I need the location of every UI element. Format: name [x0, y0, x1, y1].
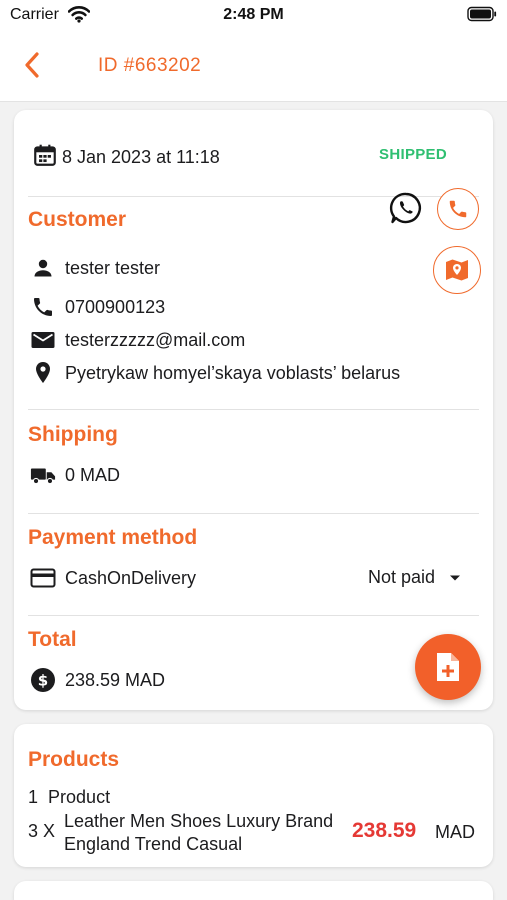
- page-title: ID #663202: [98, 55, 202, 76]
- order-date-row: 8 Jan 2023 at 11:18: [32, 142, 220, 173]
- product-count: 1 Product: [28, 787, 110, 808]
- total-row: $ 238.59 MAD: [30, 667, 165, 693]
- total-amount: 238.59 MAD: [65, 669, 166, 690]
- total-section-title: Total: [28, 628, 77, 651]
- clock: 2:48 PM: [223, 6, 284, 23]
- phone-icon: [449, 200, 467, 218]
- dollar-circle-icon: $: [30, 667, 56, 693]
- payment-status-value: Not paid: [368, 567, 436, 587]
- status-badge: SHIPPED: [379, 146, 447, 163]
- customer-phone-row: 0700900123: [30, 294, 165, 320]
- map-pin-icon: [446, 259, 468, 281]
- customer-name-row: tester tester: [30, 255, 160, 281]
- product-currency: MAD: [435, 822, 475, 842]
- truck-icon: [30, 462, 56, 488]
- navigation-bar: ID #663202: [0, 30, 507, 102]
- call-button[interactable]: [437, 188, 479, 230]
- customer-name: tester tester: [65, 257, 161, 278]
- shipping-row: 0 MAD: [30, 462, 120, 488]
- note-add-icon: [437, 653, 459, 681]
- divider: [28, 409, 479, 410]
- customer-email: testerzzzzz@mail.com: [65, 329, 246, 350]
- divider: [28, 513, 479, 514]
- order-details-card: 8 Jan 2023 at 11:18 SHIPPED Customer tes…: [14, 110, 493, 710]
- shipping-section-title: Shipping: [28, 423, 118, 446]
- divider: [28, 615, 479, 616]
- next-card: [14, 881, 493, 900]
- order-date: 8 Jan 2023 at 11:18: [62, 147, 220, 167]
- product-count-label: Product: [48, 787, 111, 807]
- back-button[interactable]: [18, 50, 46, 80]
- customer-address-row: Pyetrykaw homyel’skaya voblasts’ belarus: [30, 360, 400, 386]
- payment-status-dropdown[interactable]: Not paid: [368, 567, 461, 588]
- location-pin-icon: [30, 360, 56, 386]
- whatsapp-button[interactable]: [388, 190, 424, 226]
- customer-section-title: Customer: [28, 208, 127, 231]
- chevron-left-icon: [25, 52, 39, 78]
- credit-card-icon: [30, 565, 56, 591]
- customer-email-row: testerzzzzz@mail.com: [30, 327, 245, 353]
- svg-text:$: $: [38, 672, 48, 690]
- payment-section-title: Payment method: [28, 526, 198, 549]
- products-card: Products 1 Product 3 X Leather Men Shoes…: [14, 724, 493, 867]
- battery-icon: [467, 6, 497, 27]
- person-icon: [30, 255, 56, 281]
- product-quantity: 3 X: [28, 821, 56, 841]
- phone-icon: [30, 294, 56, 320]
- map-button[interactable]: [433, 246, 481, 294]
- add-invoice-button[interactable]: [415, 634, 481, 700]
- products-section-title: Products: [28, 748, 120, 771]
- payment-method-row: CashOnDelivery: [30, 565, 196, 591]
- whatsapp-icon: [389, 192, 421, 224]
- payment-method: CashOnDelivery: [65, 567, 197, 588]
- product-count-number: 1: [28, 787, 39, 807]
- product-price: 238.59: [352, 819, 417, 842]
- shipping-amount: 0 MAD: [65, 464, 121, 485]
- status-bar: Carrier 2:48 PM: [0, 0, 507, 30]
- product-name: Leather Men Shoes Luxury Brand England T…: [64, 811, 334, 854]
- customer-phone: 0700900123: [65, 296, 166, 317]
- customer-address: Pyetrykaw homyel’skaya voblasts’ belarus: [65, 362, 401, 383]
- mail-icon: [30, 327, 56, 353]
- calendar-icon: [32, 142, 58, 173]
- caret-down-icon: [449, 574, 461, 582]
